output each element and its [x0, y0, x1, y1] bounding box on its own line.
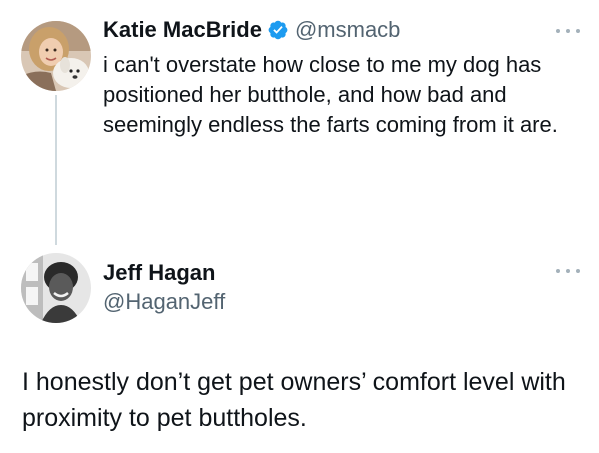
display-name[interactable]: Jeff Hagan	[103, 260, 215, 286]
reply-tweet-text: I honestly don’t get pet owners’ comfort…	[22, 368, 566, 432]
more-options-button[interactable]	[556, 264, 580, 278]
thread-connector-line	[55, 95, 57, 245]
user-handle[interactable]: @HaganJeff	[103, 289, 225, 315]
dot-icon	[566, 269, 570, 273]
dot-icon	[576, 29, 580, 33]
dot-icon	[566, 29, 570, 33]
verified-badge-icon	[267, 19, 289, 41]
more-options-button[interactable]	[556, 24, 580, 38]
avatar-katie-macbride[interactable]	[21, 21, 91, 91]
profile-photo-icon	[21, 21, 91, 91]
dot-icon	[576, 269, 580, 273]
profile-photo-icon	[21, 253, 91, 323]
tweet-text: i can't overstate how close to me my dog…	[103, 52, 558, 137]
dot-icon	[556, 269, 560, 273]
tweet-header: Katie MacBride @msmacb	[103, 15, 400, 45]
dot-icon	[556, 29, 560, 33]
user-handle[interactable]: @msmacb	[295, 17, 400, 43]
avatar-jeff-hagan[interactable]	[21, 253, 91, 323]
display-name[interactable]: Katie MacBride	[103, 17, 262, 43]
